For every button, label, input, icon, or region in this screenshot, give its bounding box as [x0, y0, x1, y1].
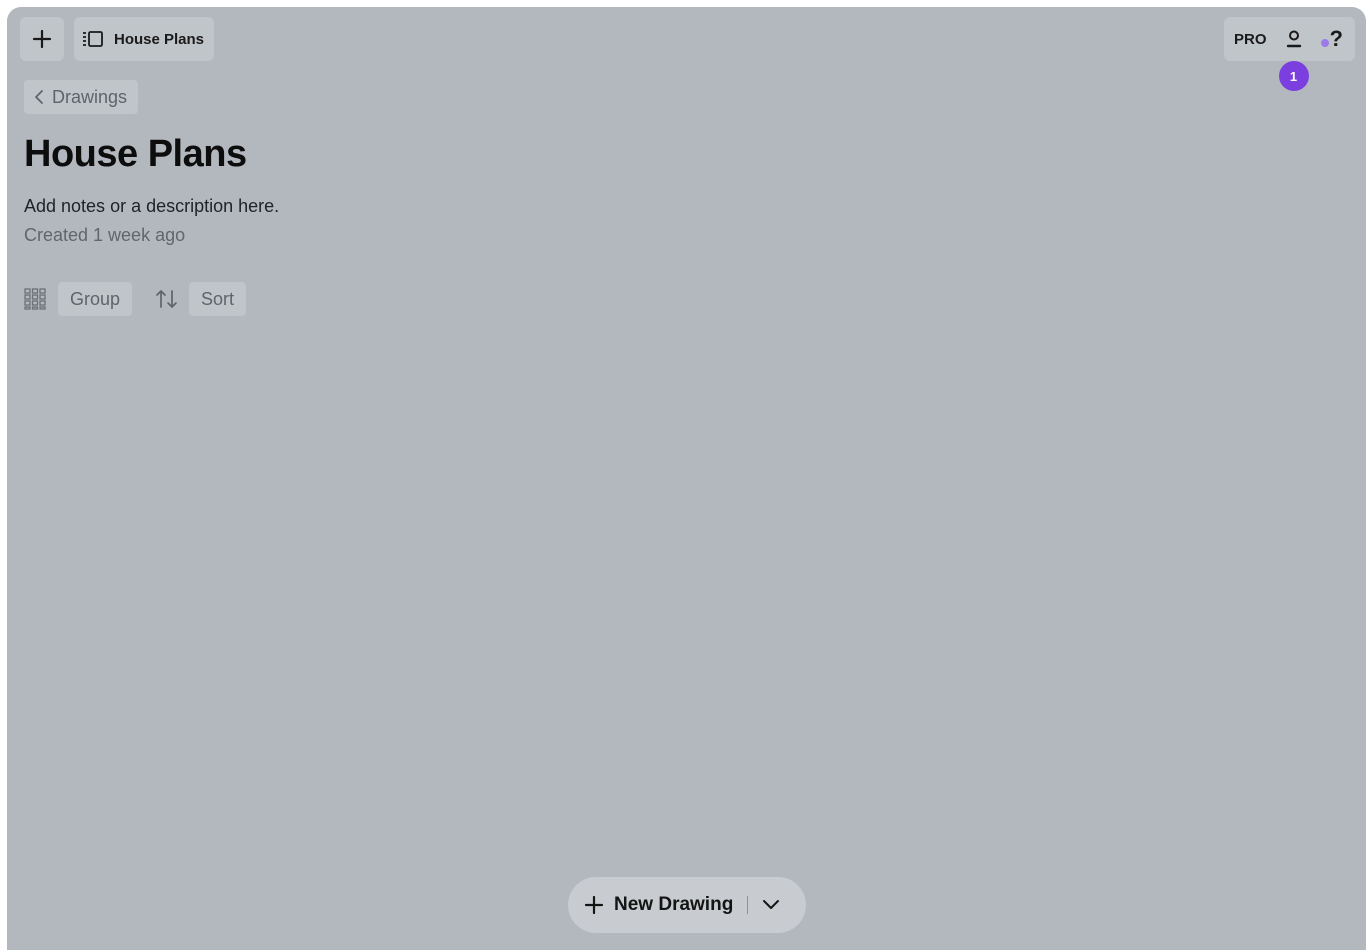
- sort-arrows-icon: [156, 290, 177, 308]
- new-drawing-split-button: New Drawing: [568, 877, 806, 933]
- sort-button[interactable]: Sort: [189, 282, 247, 316]
- split-divider: [747, 896, 749, 914]
- add-button[interactable]: [20, 17, 64, 61]
- back-label: Drawings: [52, 86, 128, 107]
- plus-icon: [32, 29, 52, 49]
- new-drawing-options-button[interactable]: [762, 899, 780, 911]
- top-right-toolbar: PRO 1 ?: [1224, 17, 1355, 91]
- top-left-toolbar: House Plans: [20, 17, 215, 61]
- sidebar-panel-icon: [83, 31, 103, 47]
- grid-icon: [24, 288, 46, 310]
- created-timestamp: Created 1 week ago: [24, 225, 186, 245]
- notification-badge[interactable]: 1: [1278, 61, 1309, 91]
- user-icon: [1286, 30, 1301, 48]
- help-icon: ?: [1329, 26, 1343, 51]
- document-title: House Plans: [114, 30, 205, 48]
- help-status-dot: [1320, 39, 1329, 47]
- account-button[interactable]: 1: [1278, 29, 1309, 91]
- document-title-chip[interactable]: House Plans: [74, 17, 215, 61]
- help-button[interactable]: ?: [1320, 26, 1343, 51]
- chevron-left-icon: [35, 90, 43, 104]
- back-to-drawings-link[interactable]: Drawings: [24, 80, 139, 114]
- plus-icon: [584, 895, 604, 915]
- new-drawing-label: New Drawing: [614, 894, 734, 915]
- new-drawing-button[interactable]: New Drawing: [584, 894, 733, 916]
- group-button[interactable]: Group: [58, 282, 133, 316]
- page-title: House Plans: [24, 133, 247, 175]
- app-window: House Plans PRO 1 ? Drawings House Plans…: [7, 7, 1366, 950]
- pro-button[interactable]: PRO: [1234, 31, 1267, 48]
- description-field[interactable]: Add notes or a description here.: [24, 196, 279, 217]
- list-controls: Group Sort: [24, 282, 247, 316]
- chevron-down-icon: [763, 900, 780, 909]
